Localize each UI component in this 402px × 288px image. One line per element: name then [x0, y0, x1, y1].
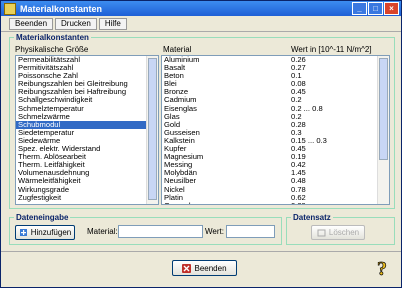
window-title: Materialkonstanten [20, 3, 103, 14]
material-table-scroll-thumb[interactable] [379, 58, 388, 160]
menu-hilfe[interactable]: Hilfe [98, 18, 127, 30]
quantity-list[interactable]: Permeabilitätszahl Permitivitätszahl Poiss… [15, 55, 159, 205]
svg-text:?: ? [377, 258, 387, 279]
quantity-list-items: Permeabilitätszahl Permitivitätszahl Poiss… [16, 56, 158, 202]
quantity-list-scrollbar[interactable] [146, 56, 158, 204]
physik-header: Physikalische Größe [15, 45, 89, 54]
close-icon [182, 263, 192, 273]
material-row[interactable]: Nickel 0.78 [162, 185, 389, 194]
menu-beenden[interactable]: Beenden [9, 18, 54, 30]
material-field-label: Material: [87, 227, 118, 236]
app-icon [4, 2, 16, 15]
material-name-cell: Beton [164, 71, 184, 81]
delete-icon [317, 228, 326, 237]
quantity-list-scroll-thumb[interactable] [148, 58, 157, 200]
add-button[interactable]: Hinzufügen [15, 225, 75, 240]
help-icon[interactable]: ? [375, 257, 395, 281]
maximize-button[interactable]: □ [368, 2, 383, 15]
menu-bar: Beenden Drucken Hilfe [1, 16, 401, 32]
material-row[interactable]: Aluminium 0.26 [162, 56, 389, 64]
material-row[interactable]: Gusseisen 0.3 [162, 128, 389, 137]
dateneingabe-group-label: Dateneingabe [14, 213, 71, 222]
wert-field-label: Wert: [205, 227, 224, 236]
material-row[interactable]: Kalkstein 0.15 ... 0.3 [162, 136, 389, 145]
material-row[interactable]: Eisenglas 0.2 ... 0.8 [162, 103, 389, 113]
datensatz-group-label: Datensatz [291, 213, 333, 222]
material-header: Material [163, 45, 192, 54]
menu-drucken[interactable]: Drucken [55, 18, 97, 30]
quantity-list-item[interactable]: Zugfestigkeit [16, 193, 158, 202]
material-table-rows: Aluminium 0.26 Basalt 0.27 Beton 0.1 Blei 0.08 B… [162, 56, 389, 204]
material-row[interactable]: Molybdän 1.45 [162, 169, 389, 177]
minimize-button[interactable]: _ [352, 2, 367, 15]
material-input[interactable] [118, 225, 203, 238]
material-row[interactable]: Blei 0.08 [162, 80, 389, 88]
material-name-cell: Eisenglas [164, 103, 197, 113]
material-table[interactable]: Aluminium 0.26 Basalt 0.27 Beton 0.1 Blei 0.08 B… [161, 55, 390, 205]
material-row[interactable]: Neusilber 0.48 [162, 177, 389, 185]
material-table-scrollbar[interactable] [377, 56, 389, 204]
delete-button-label: Löschen [328, 228, 360, 237]
close-button-label: Beenden [194, 263, 227, 273]
app-window: Materialkonstanten _ □ × Beenden Drucken… [0, 0, 402, 288]
material-row[interactable]: Basalt 0.27 [162, 63, 389, 72]
menu-separator [1, 31, 401, 32]
close-window-button[interactable]: × [384, 2, 399, 15]
material-row[interactable]: Quarzglas0.29 [162, 201, 389, 204]
add-button-label: Hinzufügen [30, 228, 72, 237]
material-row[interactable]: Glas 0.2 [162, 111, 389, 121]
add-icon [19, 228, 28, 237]
materialkonstanten-group-label: Materialkonstanten [14, 33, 91, 42]
wert-header: Wert in [10^-11 N/m^2] [291, 45, 372, 54]
title-bar[interactable]: Materialkonstanten _ □ × [1, 1, 401, 16]
material-row[interactable]: Beton 0.1 [162, 72, 389, 80]
material-name-cell: Glas [164, 111, 180, 121]
material-name-cell: Quarzglas [162, 201, 291, 204]
delete-button[interactable]: Löschen [311, 225, 365, 240]
footer-separator [1, 251, 401, 252]
wert-input[interactable] [226, 225, 275, 238]
material-row[interactable]: Magnesium 0.19 [162, 153, 389, 161]
close-button[interactable]: Beenden [172, 260, 237, 276]
material-value-cell: 0.29 [291, 201, 306, 204]
